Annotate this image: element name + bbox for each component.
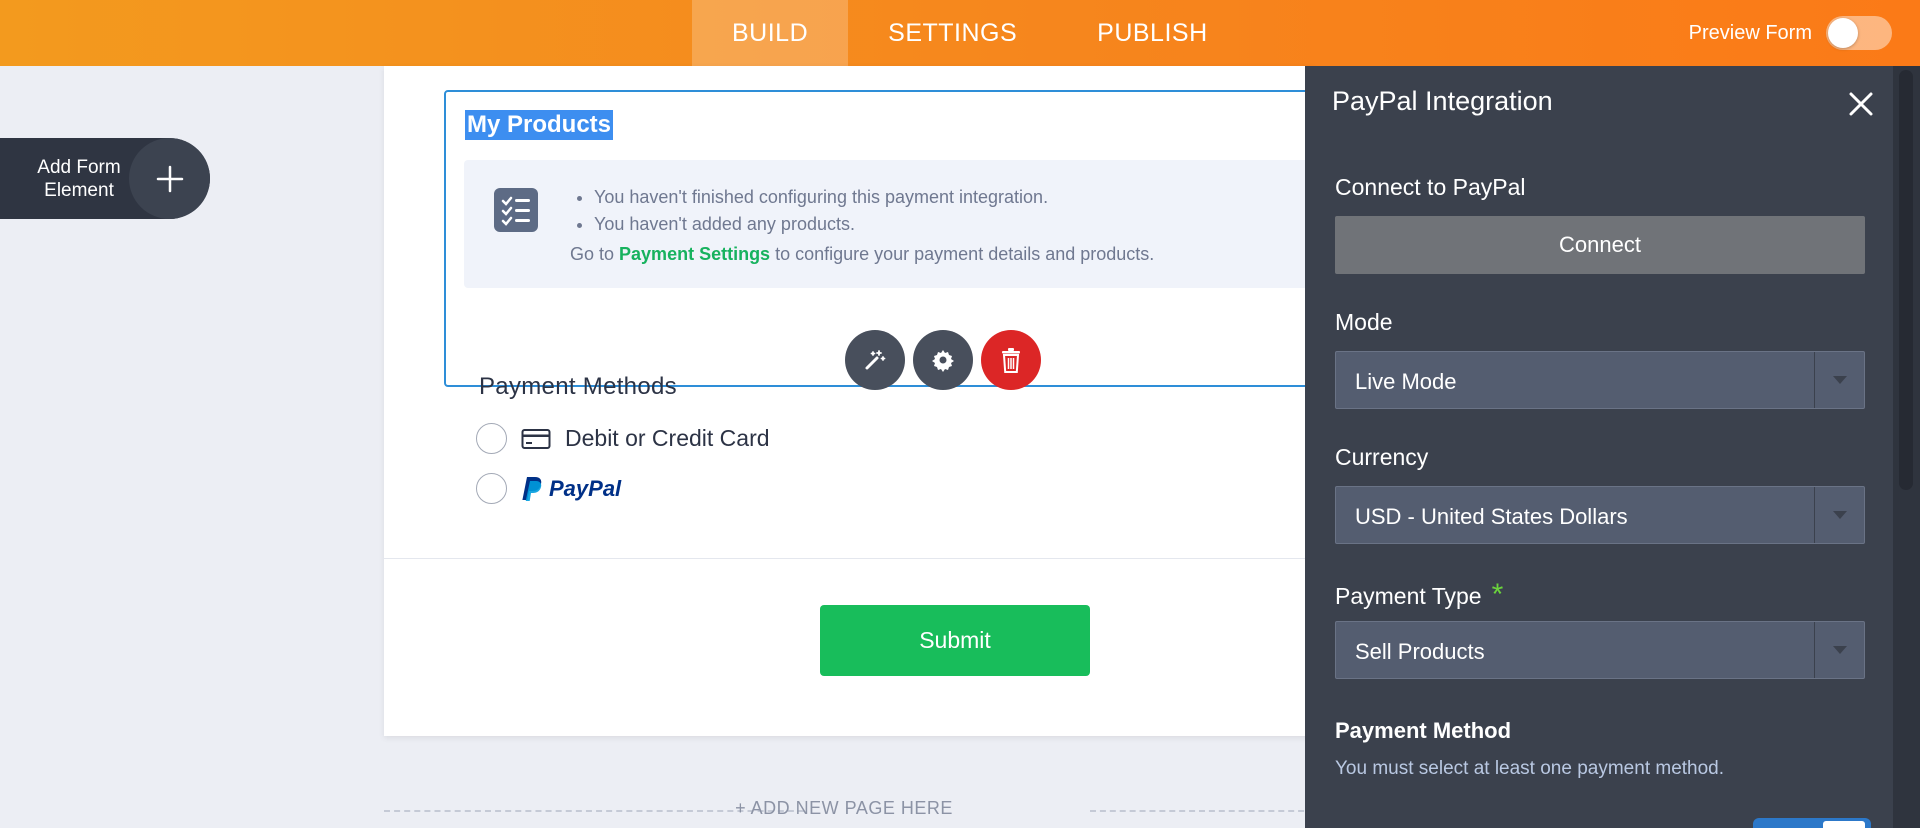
main-nav: BUILD SETTINGS PUBLISH [692,0,1248,66]
tab-publish[interactable]: PUBLISH [1057,0,1247,66]
add-form-element-button[interactable]: Add Form Element [0,138,210,219]
top-bar: BUILD SETTINGS PUBLISH Preview Form [0,0,1920,66]
form-divider [384,558,1314,559]
add-form-element-label-line2: Element [44,180,114,201]
payment-option-paypal[interactable]: PayPal [476,473,621,504]
chevron-down-icon [1814,487,1864,543]
toggle-knob [1823,821,1865,828]
delete-field-button[interactable] [981,330,1041,390]
payment-type-select[interactable]: Sell Products [1335,621,1865,679]
chevron-down-icon [1814,352,1864,408]
preview-form-toggle[interactable] [1826,16,1892,50]
credit-card-icon [521,428,551,449]
required-indicator: * [1491,578,1504,611]
dashed-line-right [1090,810,1314,812]
add-form-element-label-line1: Add Form [37,157,121,178]
add-new-page-bar: + ADD NEW PAGE HERE [384,796,1314,826]
mode-value: Live Mode [1355,369,1457,394]
card-option-label: Debit or Credit Card [565,425,770,451]
plus-icon[interactable] [129,138,210,219]
panel-scrollbar[interactable] [1893,66,1920,828]
payment-type-value: Sell Products [1355,639,1485,664]
field-toolbar [845,330,1041,390]
close-icon[interactable] [1841,84,1881,124]
currency-select[interactable]: USD - United States Dollars [1335,486,1865,544]
paypal-radio[interactable] [476,473,507,504]
tab-settings[interactable]: SETTINGS [848,0,1057,66]
gear-icon [932,350,954,372]
paypal-integration-panel: PayPal Integration Connect to PayPal Con… [1305,66,1920,828]
toggle-knob [1828,18,1858,48]
wand-button[interactable] [845,330,905,390]
currency-label: Currency [1335,444,1429,470]
paypal-logo: PayPal [521,476,621,502]
notice-item: You haven't finished configuring this pa… [594,184,1048,211]
form-card: My Products You haven't finished configu… [384,66,1344,736]
notice-item: You haven't added any products. [594,211,1048,238]
payment-settings-link[interactable]: Payment Settings [619,244,770,264]
field-settings-button[interactable] [913,330,973,390]
trash-icon [1002,348,1020,373]
payment-option-card[interactable]: Debit or Credit Card [476,423,770,454]
connect-button[interactable]: Connect [1335,216,1865,274]
preview-form-label: Preview Form [1688,21,1812,44]
products-notice: You haven't finished configuring this pa… [464,160,1344,288]
payment-method-heading: Payment Method [1335,718,1512,743]
tab-build[interactable]: BUILD [692,0,849,66]
mode-label: Mode [1335,309,1393,335]
payment-methods-title: Payment Methods [479,373,677,400]
add-new-page-link[interactable]: + ADD NEW PAGE HERE [735,798,953,819]
notice-goto-text: Go to Payment Settings to configure your… [570,244,1154,265]
goto-suffix: to configure your payment details and pr… [770,244,1155,264]
add-form-element-label: Add Form Element [24,156,134,202]
preview-form-control: Preview Form [1689,0,1892,66]
currency-value: USD - United States Dollars [1355,504,1628,529]
notice-list: You haven't finished configuring this pa… [594,184,1048,238]
payment-method-toggle[interactable] [1753,818,1871,828]
connect-label: Connect to PayPal [1335,174,1526,200]
wand-icon [865,350,886,370]
submit-button[interactable]: Submit [820,605,1090,676]
chevron-down-icon [1814,622,1864,678]
panel-title: PayPal Integration [1332,86,1553,116]
checklist-icon [494,188,538,232]
payment-type-label-text: Payment Type [1335,583,1482,609]
mode-select[interactable]: Live Mode [1335,351,1865,409]
paypal-wordmark: PayPal [549,475,622,501]
card-radio[interactable] [476,423,507,454]
products-title[interactable]: My Products [465,110,614,140]
scrollbar-thumb[interactable] [1899,70,1913,490]
payment-method-help: You must select at least one payment met… [1335,758,1725,779]
goto-prefix: Go to [570,244,620,264]
payment-type-label: Payment Type * [1335,578,1503,612]
